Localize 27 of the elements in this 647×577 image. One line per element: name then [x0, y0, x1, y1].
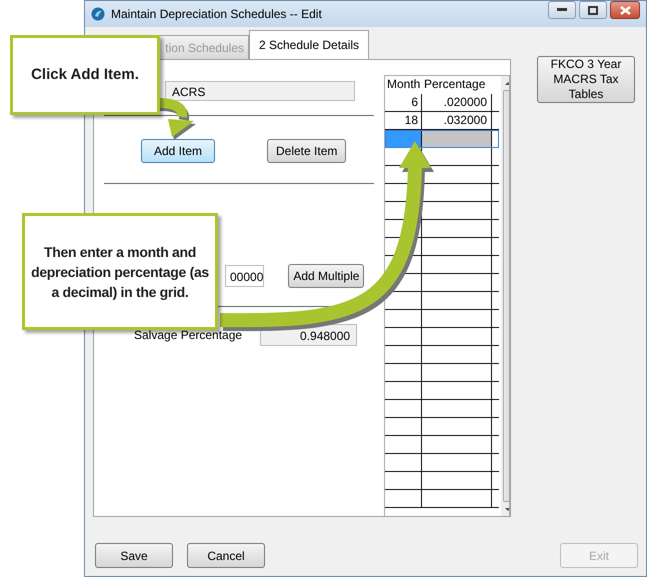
- column-header: Percentage: [423, 76, 486, 93]
- close-button[interactable]: [610, 1, 640, 19]
- close-icon: [620, 6, 630, 14]
- minimize-icon: [557, 8, 567, 12]
- window-title: Maintain Depreciation Schedules -- Edit: [111, 7, 322, 21]
- table-cell: .020000: [444, 95, 487, 109]
- field-label: Salvage Percentage: [134, 328, 242, 342]
- app-icon: [91, 7, 105, 21]
- restore-icon: [588, 6, 598, 14]
- table-cell: .032000: [444, 113, 487, 127]
- amount-field[interactable]: 00000: [225, 265, 264, 287]
- table-cell: 6: [411, 95, 418, 109]
- column-header: Month: [386, 76, 422, 93]
- maximize-button[interactable]: [579, 1, 607, 19]
- footer-button[interactable]: Save: [95, 543, 173, 568]
- callout-text: Click Add Item.: [31, 65, 139, 85]
- footer-button[interactable]: Cancel: [187, 543, 265, 568]
- table-cell: 18: [404, 113, 418, 127]
- tax-tables-button[interactable]: FKCO 3 Year MACRS Tax Tables: [537, 56, 635, 103]
- add-item-button[interactable]: Add Item: [141, 139, 215, 163]
- selected-row[interactable]: [385, 130, 499, 148]
- tab[interactable]: 2 Schedule Details: [249, 30, 369, 59]
- callout-text: Then enter a month and depreciation percentage (as a decimal) in the grid.: [30, 242, 210, 302]
- name-field[interactable]: ACRS: [165, 81, 355, 101]
- add-multiple-button[interactable]: Add Multiple: [288, 264, 364, 288]
- delete-item-button[interactable]: Delete Item: [267, 139, 346, 163]
- minimize-button[interactable]: [548, 1, 576, 19]
